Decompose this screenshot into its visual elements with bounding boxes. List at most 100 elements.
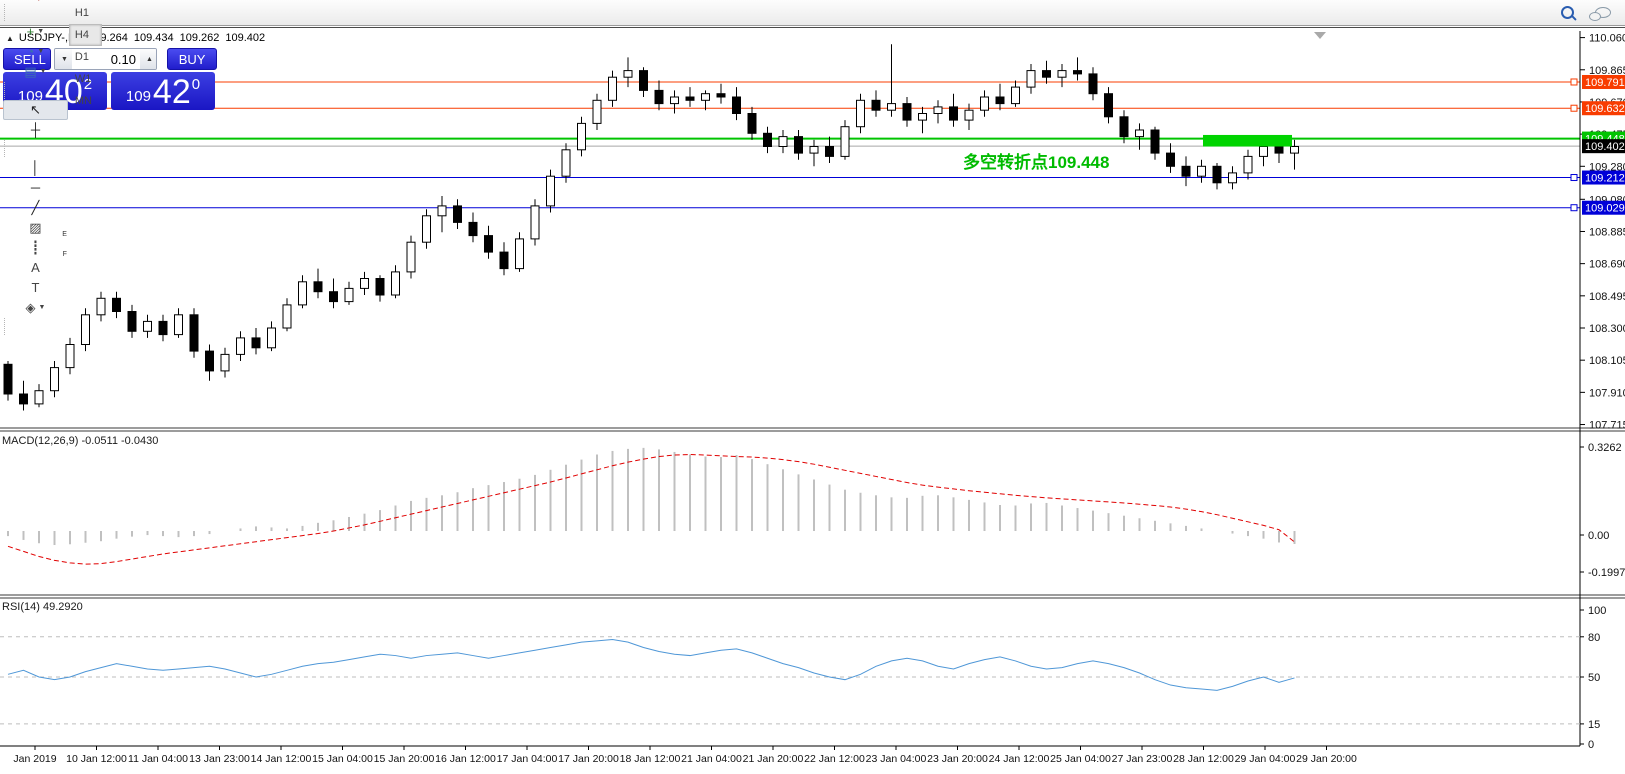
equidistant-channel-icon[interactable]: ▨E (3, 218, 68, 238)
search-button[interactable] (1557, 3, 1577, 23)
periods-icon[interactable]: ◔▼ (3, 42, 68, 62)
buy-button[interactable]: BUY (167, 48, 217, 70)
line-endpoint-marker[interactable] (1571, 175, 1577, 181)
candle-body (903, 104, 911, 121)
time-axis-label: 27 Jan 23:00 (1112, 753, 1173, 765)
buy-price-prefix: 109 (126, 89, 151, 104)
candle-body (686, 97, 694, 100)
buy-price-display[interactable]: 109 42 0 (111, 72, 215, 110)
timeframe-d1[interactable]: D1 (69, 46, 102, 68)
chart-canvas[interactable]: 110.060109.865109.670109.475109.280109.0… (0, 28, 1625, 774)
candle-body (1043, 71, 1051, 78)
chat-icon (1595, 7, 1611, 18)
candle-body (1244, 156, 1252, 173)
time-axis-label: 13 Jan 23:00 (189, 753, 250, 765)
ohlc-close: 109.402 (225, 32, 265, 44)
cursor-icon[interactable]: ↖ (3, 100, 68, 120)
candle-body (175, 315, 183, 335)
rsi-axis-label: 50 (1588, 672, 1600, 684)
green-highlight-box[interactable] (1203, 135, 1292, 147)
rsi-indicator-label: RSI(14) 49.2920 (2, 601, 83, 613)
time-axis-label: 17 Jan 20:00 (558, 753, 619, 765)
price-tag-text: 109.212 (1585, 173, 1625, 185)
candle-body (237, 338, 245, 355)
time-axis-label: Jan 2019 (13, 753, 56, 765)
templates-icon[interactable]: ▤▼ (3, 62, 68, 82)
candle-body (655, 90, 663, 103)
price-tag-text: 109.402 (1585, 141, 1625, 153)
candle-body (764, 133, 772, 146)
macd-axis-label: 0.3262 (1588, 442, 1622, 454)
fibonacci-icon[interactable]: ┋F (3, 238, 68, 258)
candle-body (35, 391, 43, 404)
price-tick-label: 108.885 (1589, 226, 1625, 238)
macd-indicator-label: MACD(12,26,9) -0.0511 -0.0430 (2, 435, 158, 447)
price-tick-label: 108.105 (1589, 355, 1625, 367)
arrows-icon[interactable]: ◈▼ (3, 298, 68, 318)
candle-body (454, 206, 462, 223)
rsi-axis-label: 15 (1588, 719, 1600, 731)
candle-body (1027, 71, 1035, 88)
toolbar-separator (4, 4, 5, 21)
candle-body (717, 94, 725, 97)
candle-body (1074, 71, 1082, 74)
candle-body (1291, 147, 1299, 154)
arrows-icon-dropdown[interactable]: ▼ (38, 304, 45, 311)
trendline-icon[interactable]: ╱ (3, 198, 68, 218)
rsi-axis-label: 0 (1588, 739, 1594, 751)
chat-button[interactable] (1592, 3, 1614, 23)
timeframe-mn[interactable]: MN (69, 90, 102, 112)
candle-body (438, 206, 446, 216)
candle-body (1182, 166, 1190, 176)
toolbar-separator (4, 82, 5, 99)
rsi-line (8, 639, 1295, 690)
macd-axis-label: 0.00 (1588, 530, 1609, 542)
candle-body (314, 282, 322, 292)
crosshair-icon[interactable]: ┼ (3, 120, 68, 140)
volume-increase-button[interactable]: ▲ (140, 49, 157, 69)
indicators-icon-dropdown[interactable]: ▼ (37, 28, 44, 35)
line-endpoint-marker[interactable] (1571, 205, 1577, 211)
chart-shift-icon[interactable]: ▸| (3, 0, 68, 4)
time-axis-label: 17 Jan 04:00 (497, 753, 558, 765)
candle-body (97, 298, 105, 315)
candle-body (965, 110, 973, 120)
toolbar-separator (4, 140, 5, 157)
candle-body (159, 321, 167, 334)
candle-body (206, 351, 214, 371)
candle-body (609, 77, 617, 100)
candle-body (1105, 94, 1113, 117)
horizontal-line-icon[interactable]: ─ (3, 178, 68, 198)
candle-body (516, 239, 524, 269)
templates-icon-dropdown[interactable]: ▼ (40, 68, 47, 75)
timeframe-w1[interactable]: W1 (69, 68, 102, 90)
timeframe-h4[interactable]: H4 (69, 24, 102, 46)
candle-body (531, 206, 539, 239)
ohlc-high: 109.434 (134, 32, 174, 44)
candle-body (423, 216, 431, 242)
candle-body (345, 288, 353, 301)
buy-price-big: 42 (153, 77, 191, 108)
price-tick-label: 110.060 (1589, 33, 1625, 45)
text-icon[interactable]: A (3, 258, 68, 278)
candle-body (376, 279, 384, 296)
candle-body (810, 147, 818, 154)
indicators-icon[interactable]: +▼ (3, 22, 68, 42)
periods-icon-dropdown[interactable]: ▼ (37, 48, 44, 55)
candle-body (578, 123, 586, 149)
vertical-line-icon[interactable]: │ (3, 158, 68, 178)
chart-shift-marker[interactable] (1314, 32, 1326, 39)
candle-body (872, 100, 880, 110)
time-axis-label: 16 Jan 12:00 (435, 753, 496, 765)
candle-body (66, 345, 74, 368)
line-endpoint-marker[interactable] (1571, 79, 1577, 85)
timeframe-h1[interactable]: H1 (69, 2, 102, 24)
line-endpoint-marker[interactable] (1571, 105, 1577, 111)
search-icon (1561, 6, 1574, 19)
text-label-icon[interactable]: T (3, 278, 68, 298)
candle-body (593, 100, 601, 123)
candle-body (562, 150, 570, 176)
candle-body (996, 97, 1004, 104)
candle-body (407, 242, 415, 272)
candle-body (283, 305, 291, 328)
